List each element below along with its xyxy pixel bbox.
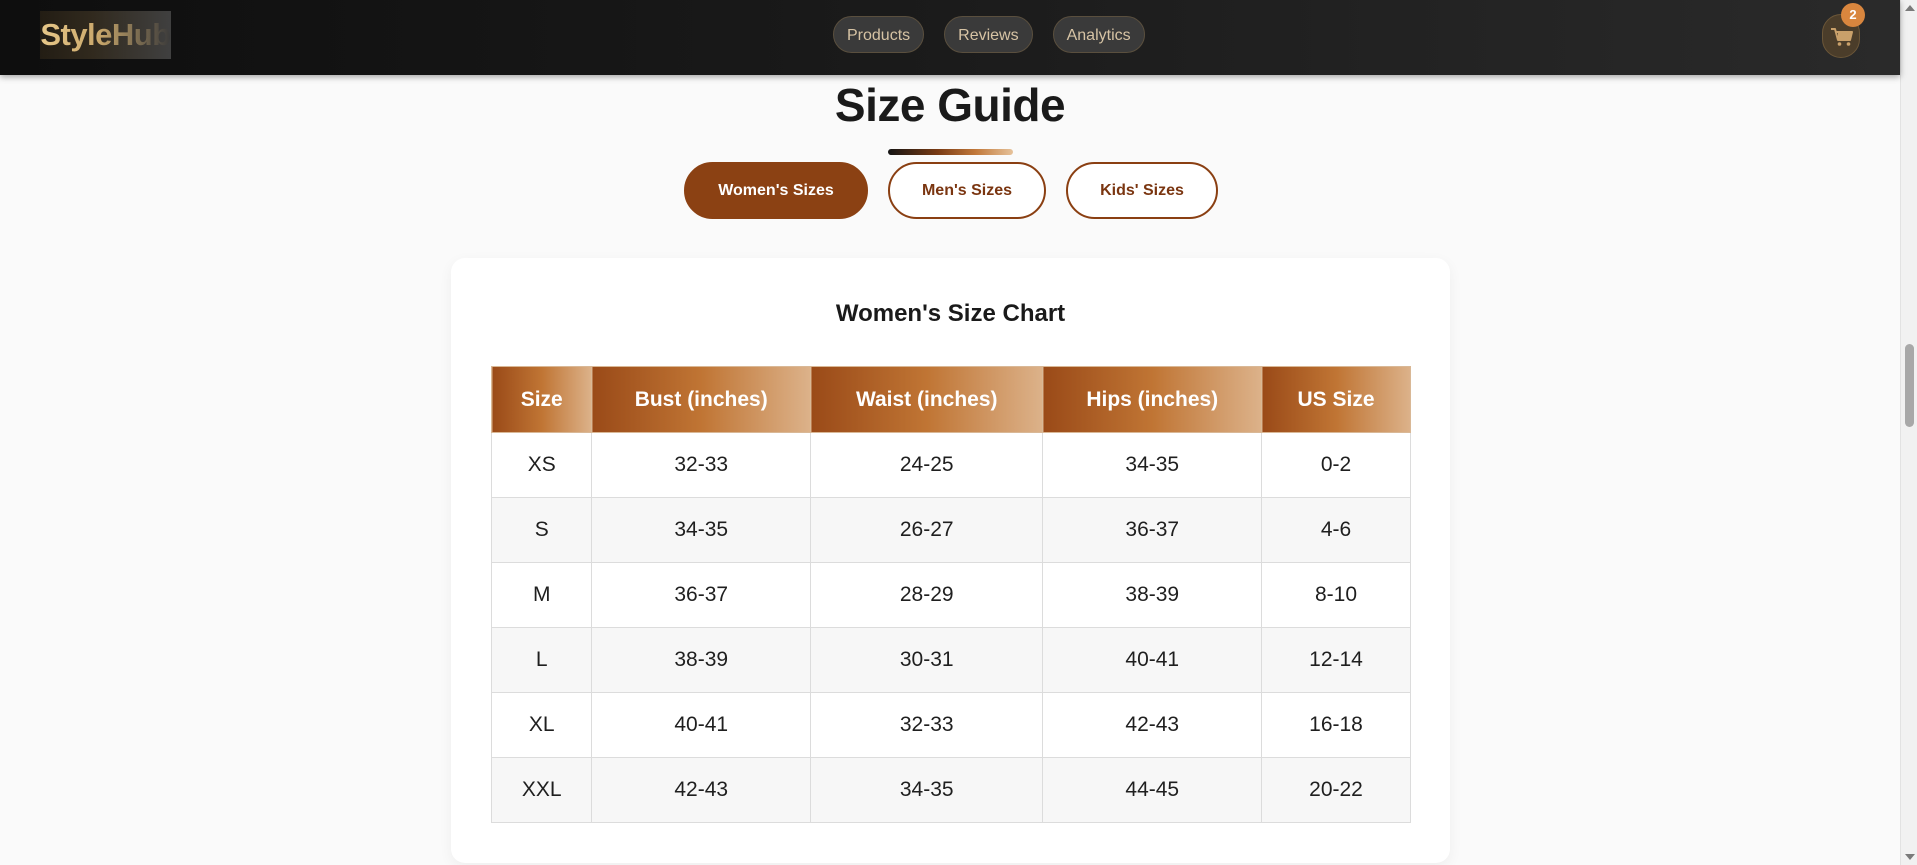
tab-womens-sizes[interactable]: Women's Sizes [684,162,868,219]
tab-mens-sizes[interactable]: Men's Sizes [888,162,1046,219]
cell-hips: 34-35 [1042,432,1263,498]
column-header-waist: Waist (inches) [809,366,1044,433]
size-tabs: Women's Sizes Men's Sizes Kids' Sizes [684,162,1218,219]
column-header-size: Size [490,366,593,433]
logo[interactable]: StyleHub [40,11,171,59]
cell-hips: 44-45 [1042,757,1263,823]
nav-reviews-button[interactable]: Reviews [944,16,1033,53]
cell-bust: 38-39 [591,627,811,693]
cell-waist: 24-25 [809,432,1044,498]
title-underline [888,149,1013,155]
table-header-row: Size Bust (inches) Waist (inches) Hips (… [490,366,1411,433]
table-row: S 34-35 26-27 36-37 4-6 [490,497,1411,563]
cell-size: XL [490,692,593,758]
cell-size: S [490,497,593,563]
cell-us-size: 8-10 [1261,562,1411,628]
nav-products-button[interactable]: Products [833,16,925,53]
table-row: L 38-39 30-31 40-41 12-14 [490,627,1411,693]
cell-waist: 30-31 [809,627,1044,693]
cell-hips: 36-37 [1042,497,1263,563]
shopping-cart-icon [1831,28,1853,46]
cell-size: L [490,627,593,693]
column-header-hips: Hips (inches) [1042,366,1263,433]
page-scrollbar[interactable] [1900,0,1917,865]
cell-us-size: 4-6 [1261,497,1411,563]
page: StyleHub Products Reviews Analytics 2 Si… [0,0,1917,865]
nav-analytics-button[interactable]: Analytics [1052,16,1145,53]
cell-bust: 34-35 [591,497,811,563]
cell-bust: 40-41 [591,692,811,758]
cell-waist: 28-29 [809,562,1044,628]
cell-us-size: 12-14 [1261,627,1411,693]
scroll-up-arrow-icon[interactable] [1905,5,1915,11]
top-navbar: StyleHub Products Reviews Analytics 2 [0,0,1900,75]
cell-waist: 34-35 [809,757,1044,823]
table-row: XL 40-41 32-33 42-43 16-18 [490,692,1411,758]
table-row: XXL 42-43 34-35 44-45 20-22 [490,757,1411,823]
cell-us-size: 20-22 [1261,757,1411,823]
cell-waist: 26-27 [809,497,1044,563]
cart-count-badge: 2 [1841,3,1865,27]
cell-size: XXL [490,757,593,823]
column-header-bust: Bust (inches) [591,366,811,433]
table-row: M 36-37 28-29 38-39 8-10 [490,562,1411,628]
cell-size: XS [490,432,593,498]
page-title: Size Guide [834,79,1066,131]
scrollbar-thumb[interactable] [1905,344,1914,427]
cell-size: M [490,562,593,628]
cell-bust: 42-43 [591,757,811,823]
cell-hips: 42-43 [1042,692,1263,758]
cell-hips: 38-39 [1042,562,1263,628]
tab-kids-sizes[interactable]: Kids' Sizes [1066,162,1218,219]
cell-bust: 32-33 [591,432,811,498]
cell-us-size: 16-18 [1261,692,1411,758]
size-table: Size Bust (inches) Waist (inches) Hips (… [490,366,1411,823]
column-header-us-size: US Size [1261,366,1411,433]
size-chart-title: Women's Size Chart [835,300,1066,327]
table-row: XS 32-33 24-25 34-35 0-2 [490,432,1411,498]
scroll-down-arrow-icon[interactable] [1905,854,1915,860]
cell-hips: 40-41 [1042,627,1263,693]
main-nav: Products Reviews Analytics [833,16,1145,53]
cell-bust: 36-37 [591,562,811,628]
cell-waist: 32-33 [809,692,1044,758]
cell-us-size: 0-2 [1261,432,1411,498]
